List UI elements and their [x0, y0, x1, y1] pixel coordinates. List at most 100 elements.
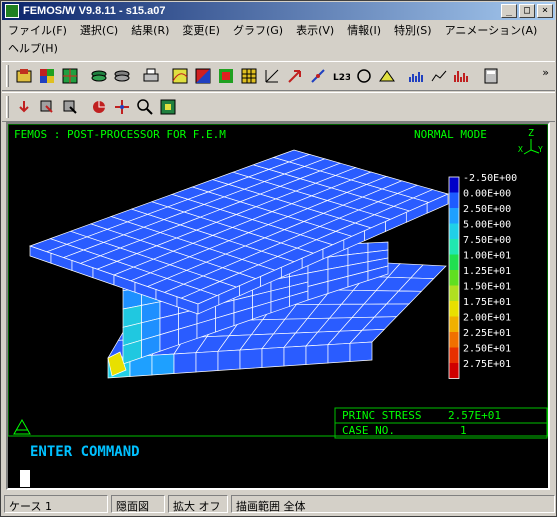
- menu-item-a4[interactable]: グラフ(G): [233, 22, 283, 38]
- legend-label: 2.50E+00: [463, 204, 511, 215]
- toolbar-grip[interactable]: [6, 96, 9, 118]
- legend-label: 2.00E+01: [463, 313, 511, 324]
- step-down-button[interactable]: [13, 96, 35, 118]
- label-l23-button[interactable]: L23: [330, 65, 352, 87]
- circle-button[interactable]: [353, 65, 375, 87]
- fit-view-button[interactable]: [157, 96, 179, 118]
- legend-swatch: [449, 363, 459, 379]
- main-toolbar: L23 »: [2, 61, 555, 91]
- legend-swatch: [449, 332, 459, 348]
- mesh-grid-icon: [241, 68, 257, 84]
- calculator-button[interactable]: [480, 65, 502, 87]
- step-select-icon: [63, 100, 77, 114]
- contour-button[interactable]: [169, 65, 191, 87]
- viewport-mode-label: NORMAL MODE: [414, 128, 487, 141]
- graphics-viewport[interactable]: FEMOS : POST-PROCESSOR FOR F.E.M NORMAL …: [6, 122, 550, 490]
- histogram-button[interactable]: [451, 65, 473, 87]
- app-icon[interactable]: [5, 4, 19, 18]
- bar-graph-button[interactable]: [405, 65, 427, 87]
- menu-item-a7[interactable]: 特別(S): [394, 22, 432, 38]
- status-case: ケース 1: [4, 495, 108, 513]
- label-l23-icon: L23: [333, 73, 350, 83]
- element-color-icon: [40, 69, 54, 83]
- application-window: FEMOS/W V9.8.11 - s15.a07 _ □ × ファイル(F) 選…: [0, 0, 557, 517]
- svg-text:X: X: [518, 145, 523, 154]
- layers-alt-button[interactable]: [111, 65, 133, 87]
- menu-item-a1[interactable]: 選択(C): [80, 22, 118, 38]
- open-model-icon: [16, 69, 32, 83]
- circle-icon: [357, 69, 371, 83]
- open-model-button[interactable]: [13, 65, 35, 87]
- fem-mesh-view[interactable]: FEMOS : POST-PROCESSOR FOR F.E.M NORMAL …: [8, 124, 548, 488]
- legend-label: 1.25E+01: [463, 266, 511, 277]
- grid-color-button[interactable]: [59, 65, 81, 87]
- step-down-all-button[interactable]: [36, 96, 58, 118]
- menu-bar: ファイル(F) 選択(C) 結果(R) 変更(E) グラフ(G) 表示(V) 情報(I) 特別…: [2, 21, 555, 59]
- legend-label: 2.25E+01: [463, 328, 511, 339]
- legend-swatch: [449, 239, 459, 255]
- legend-swatch: [449, 301, 459, 317]
- status-draw-range: 描画範囲 全体: [231, 495, 555, 513]
- deformation-button[interactable]: [307, 65, 329, 87]
- print-button[interactable]: [140, 65, 162, 87]
- legend-label: 1.75E+01: [463, 297, 511, 308]
- menu-item-b0[interactable]: ヘルプ(H): [8, 40, 58, 56]
- svg-text:Z: Z: [528, 128, 534, 139]
- element-color-button[interactable]: [36, 65, 58, 87]
- menu-item-a5[interactable]: 表示(V): [296, 22, 334, 38]
- legend-swatch: [449, 192, 459, 208]
- svg-text:Y: Y: [538, 145, 543, 154]
- legend-label: 2.75E+01: [463, 359, 511, 370]
- menu-item-a3[interactable]: 変更(E): [182, 22, 220, 38]
- axis-button[interactable]: [261, 65, 283, 87]
- contour-fill-button[interactable]: [192, 65, 214, 87]
- fit-view-icon: [160, 99, 176, 115]
- pan-view-icon: [115, 100, 129, 114]
- line-graph-button[interactable]: [428, 65, 450, 87]
- legend-swatch: [449, 177, 459, 193]
- range-icon: [379, 70, 395, 82]
- menu-item-a0[interactable]: ファイル(F): [8, 22, 67, 38]
- view-toolbar: [2, 92, 555, 122]
- contour-fill-icon: [195, 68, 211, 84]
- menu-item-a8[interactable]: アニメーション(A): [445, 22, 538, 38]
- pan-view-button[interactable]: [111, 96, 133, 118]
- mesh-grid-button[interactable]: [238, 65, 260, 87]
- minimize-button[interactable]: _: [501, 4, 517, 18]
- stress-label: PRINC STRESS: [342, 409, 421, 422]
- menu-item-a6[interactable]: 情報(I): [347, 22, 381, 38]
- mesh-color-button[interactable]: [215, 65, 237, 87]
- bar-graph-icon: [409, 72, 423, 82]
- case-label: CASE NO.: [342, 424, 395, 437]
- step-select-button[interactable]: [59, 96, 81, 118]
- svg-text:L23: L23: [333, 73, 350, 83]
- line-graph-icon: [431, 70, 447, 82]
- layers-alt-icon: [114, 70, 130, 82]
- rotate-view-button[interactable]: [88, 96, 110, 118]
- command-prompt: ENTER COMMAND: [30, 444, 140, 460]
- mesh-color-icon: [219, 69, 233, 83]
- legend-swatch: [449, 347, 459, 363]
- print-icon: [143, 68, 159, 82]
- axis-icon: [265, 69, 279, 83]
- layers-button[interactable]: [88, 65, 110, 87]
- legend-swatch: [449, 285, 459, 301]
- close-button[interactable]: ×: [537, 4, 553, 18]
- toolbar-grip[interactable]: [6, 65, 9, 87]
- title-bar[interactable]: FEMOS/W V9.8.11 - s15.a07 _ □ ×: [2, 2, 555, 20]
- histogram-icon: [454, 71, 468, 82]
- vector-arrow-button[interactable]: [284, 65, 306, 87]
- maximize-button[interactable]: □: [519, 4, 535, 18]
- range-button[interactable]: [376, 65, 398, 87]
- toolbar-overflow-button[interactable]: »: [542, 66, 549, 79]
- result-info-box: PRINC STRESS 2.57E+01 CASE NO. 1: [334, 407, 548, 439]
- axis-triad-icon: Z X Y: [518, 128, 543, 155]
- legend-swatch: [449, 208, 459, 224]
- legend-swatch: [449, 270, 459, 286]
- rotate-view-icon: [93, 101, 105, 113]
- menu-item-a2[interactable]: 結果(R): [131, 22, 169, 38]
- legend-swatch: [449, 254, 459, 270]
- command-cursor[interactable]: [20, 470, 30, 487]
- calculator-icon: [484, 68, 498, 84]
- zoom-view-button[interactable]: [134, 96, 156, 118]
